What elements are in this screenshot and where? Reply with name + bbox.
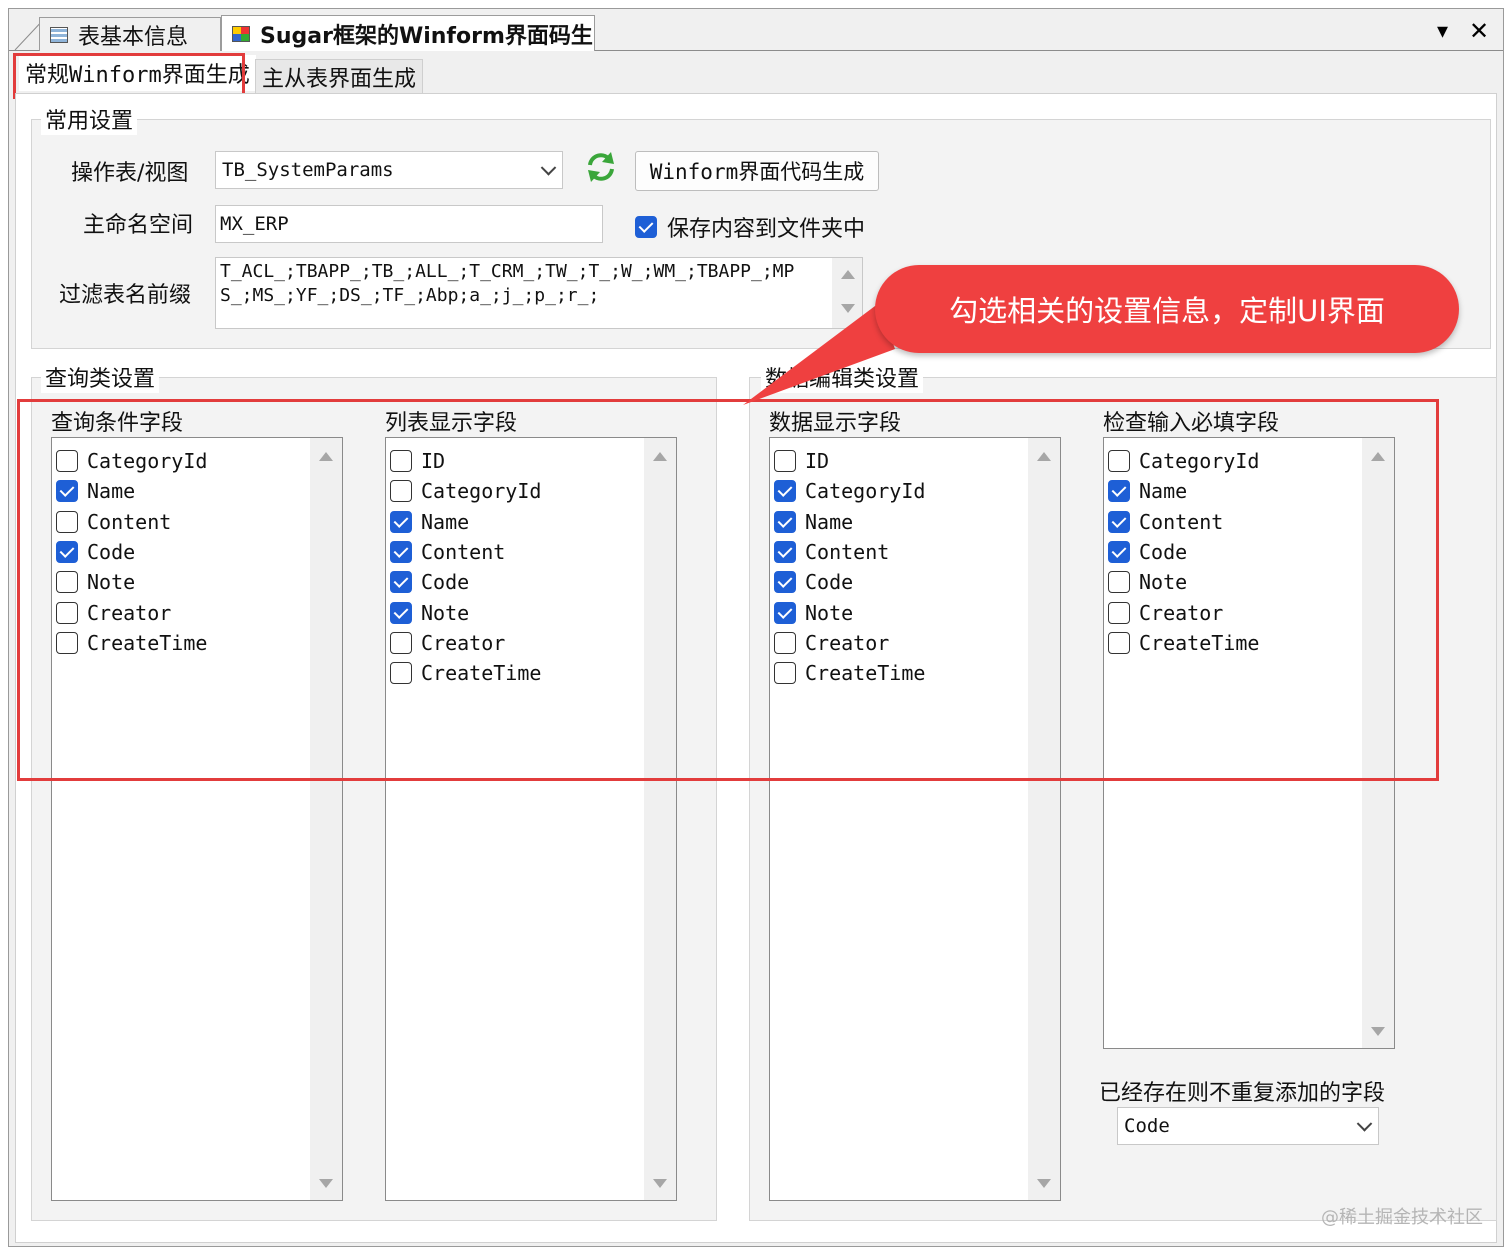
tab-winform-generator[interactable]: Sugar框架的Winform界面码生	[221, 15, 595, 51]
application-window: 表基本信息 Sugar框架的Winform界面码生 ▾ ✕ 常规Winform界…	[8, 8, 1504, 1247]
prefix-line-1: T_ACL_;TBAPP_;TB_;ALL_;T_CRM_;TW_;T_;W_;…	[220, 261, 795, 282]
save-to-folder-label: 保存内容到文件夹中	[667, 217, 866, 242]
table-icon	[50, 26, 68, 43]
scroll-up-icon[interactable]	[841, 270, 855, 279]
tab-winform-generator-label: Sugar框架的Winform界面码生	[260, 23, 593, 49]
table-view-select[interactable]: TB_SystemParams	[215, 151, 563, 189]
save-to-folder-check	[635, 216, 657, 238]
document-tab-bar: 表基本信息 Sugar框架的Winform界面码生 ▾ ✕	[9, 9, 1503, 51]
close-icon[interactable]: ✕	[1469, 17, 1489, 45]
refresh-icon[interactable]	[583, 149, 619, 185]
namespace-input[interactable]: MX_ERP	[215, 205, 603, 243]
save-to-folder-checkbox[interactable]: 保存内容到文件夹中	[635, 211, 865, 243]
scroll-down-icon[interactable]	[319, 1179, 333, 1188]
chevron-down-icon	[540, 160, 557, 176]
table-view-label: 操作表/视图	[71, 161, 189, 186]
watermark: @稀土掘金技术社区	[1321, 1207, 1483, 1228]
common-settings-title: 常用设置	[41, 103, 138, 135]
tab-master-detail-label: 主从表界面生成	[262, 66, 417, 92]
callout-bubble: 勾选相关的设置信息，定制UI界面	[875, 265, 1459, 353]
tab-master-detail[interactable]: 主从表界面生成	[255, 59, 424, 93]
unique-field-value: Code	[1124, 1115, 1170, 1137]
namespace-label: 主命名空间	[83, 213, 194, 238]
unique-field-label: 已经存在则不重复添加的字段	[1099, 1081, 1386, 1106]
scroll-down-icon[interactable]	[653, 1179, 667, 1188]
form-icon	[232, 25, 250, 42]
tab-table-info-label: 表基本信息	[78, 24, 189, 50]
scroll-down-icon[interactable]	[1037, 1179, 1051, 1188]
generate-winform-button[interactable]: Winform界面代码生成	[635, 151, 879, 191]
table-view-value: TB_SystemParams	[222, 159, 394, 181]
chevron-down-icon	[1356, 1116, 1373, 1132]
scroll-down-icon[interactable]	[1371, 1027, 1385, 1036]
tab-table-info[interactable]: 表基本信息	[39, 17, 221, 51]
prefix-filter-label: 过滤表名前缀	[59, 283, 192, 308]
query-settings-title: 查询类设置	[41, 361, 160, 393]
callout-text: 勾选相关的设置信息，定制UI界面	[949, 294, 1385, 328]
tab-dropdown-icon[interactable]: ▾	[1437, 19, 1448, 44]
highlight-field-lists	[17, 399, 1439, 781]
unique-field-select[interactable]: Code	[1117, 1107, 1379, 1145]
